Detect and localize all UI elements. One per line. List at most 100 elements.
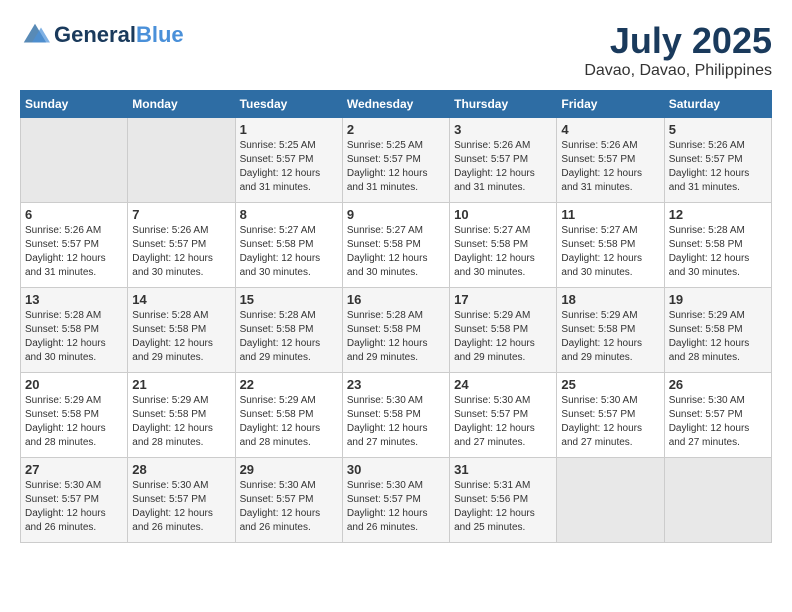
day-number: 30 [347, 462, 445, 477]
day-info: Sunrise: 5:25 AMSunset: 5:57 PMDaylight:… [347, 139, 445, 195]
table-cell: 6Sunrise: 5:26 AMSunset: 5:57 PMDaylight… [21, 203, 128, 288]
day-number: 2 [347, 122, 445, 137]
day-info: Sunrise: 5:27 AMSunset: 5:58 PMDaylight:… [561, 224, 659, 280]
day-number: 20 [25, 377, 123, 392]
col-wednesday: Wednesday [342, 91, 449, 118]
table-cell: 22Sunrise: 5:29 AMSunset: 5:58 PMDayligh… [235, 373, 342, 458]
table-cell: 2 Sunrise: 5:25 AMSunset: 5:57 PMDaylight… [342, 118, 449, 203]
week-row-1: 1 Sunrise: 5:25 AMSunset: 5:57 PMDaylight… [21, 118, 772, 203]
day-number: 6 [25, 207, 123, 222]
table-cell: 28Sunrise: 5:30 AMSunset: 5:57 PMDayligh… [128, 458, 235, 543]
day-info: Sunrise: 5:27 AMSunset: 5:58 PMDaylight:… [240, 224, 338, 280]
table-cell: 10Sunrise: 5:27 AMSunset: 5:58 PMDayligh… [450, 203, 557, 288]
day-info: Sunrise: 5:26 AMSunset: 5:57 PMDaylight:… [454, 139, 552, 195]
day-number: 9 [347, 207, 445, 222]
table-cell: 11 Sunrise: 5:27 AMSunset: 5:58 PMDayligh… [557, 203, 664, 288]
day-info: Sunrise: 5:29 AMSunset: 5:58 PMDaylight:… [132, 394, 230, 450]
day-info: Sunrise: 5:25 AMSunset: 5:57 PMDaylight:… [240, 139, 338, 195]
day-info: Sunrise: 5:29 AMSunset: 5:58 PMDaylight:… [454, 309, 552, 365]
week-row-5: 27 Sunrise: 5:30 AMSunset: 5:57 PMDayligh… [21, 458, 772, 543]
table-cell: 14 Sunrise: 5:28 AMSunset: 5:58 PMDayligh… [128, 288, 235, 373]
day-info: Sunrise: 5:28 AMSunset: 5:58 PMDaylight:… [132, 309, 230, 365]
day-number: 23 [347, 377, 445, 392]
day-info: Sunrise: 5:27 AMSunset: 5:58 PMDaylight:… [347, 224, 445, 280]
table-cell: 24 Sunrise: 5:30 AMSunset: 5:57 PMDayligh… [450, 373, 557, 458]
day-info: Sunrise: 5:26 AMSunset: 5:57 PMDaylight:… [132, 224, 230, 280]
day-info: Sunrise: 5:28 AMSunset: 5:58 PMDaylight:… [347, 309, 445, 365]
day-info: Sunrise: 5:30 AMSunset: 5:57 PMDaylight:… [669, 394, 767, 450]
day-number: 31 [454, 462, 552, 477]
day-number: 14 [132, 292, 230, 307]
day-number: 8 [240, 207, 338, 222]
week-row-3: 13 Sunrise: 5:28 AMSunset: 5:58 PMDayligh… [21, 288, 772, 373]
month-year-title: July 2025 [584, 20, 772, 62]
table-cell: 16 Sunrise: 5:28 AMSunset: 5:58 PMDayligh… [342, 288, 449, 373]
day-number: 21 [132, 377, 230, 392]
table-cell: 18 Sunrise: 5:29 AMSunset: 5:58 PMDayligh… [557, 288, 664, 373]
day-info: Sunrise: 5:30 AMSunset: 5:58 PMDaylight:… [347, 394, 445, 450]
table-cell: 19 Sunrise: 5:29 AMSunset: 5:58 PMDayligh… [664, 288, 771, 373]
table-cell [557, 458, 664, 543]
day-number: 11 [561, 207, 659, 222]
table-cell: 4 Sunrise: 5:26 AMSunset: 5:57 PMDaylight… [557, 118, 664, 203]
calendar-header-row: Sunday Monday Tuesday Wednesday Thursday… [21, 91, 772, 118]
day-info: Sunrise: 5:29 AMSunset: 5:58 PMDaylight:… [669, 309, 767, 365]
table-cell: 13 Sunrise: 5:28 AMSunset: 5:58 PMDayligh… [21, 288, 128, 373]
table-cell: 12Sunrise: 5:28 AMSunset: 5:58 PMDayligh… [664, 203, 771, 288]
day-number: 16 [347, 292, 445, 307]
col-sunday: Sunday [21, 91, 128, 118]
day-info: Sunrise: 5:30 AMSunset: 5:57 PMDaylight:… [561, 394, 659, 450]
table-cell: 29Sunrise: 5:30 AMSunset: 5:57 PMDayligh… [235, 458, 342, 543]
day-info: Sunrise: 5:29 AMSunset: 5:58 PMDaylight:… [561, 309, 659, 365]
location-subtitle: Davao, Davao, Philippines [584, 62, 772, 80]
day-info: Sunrise: 5:26 AMSunset: 5:57 PMDaylight:… [669, 139, 767, 195]
day-number: 15 [240, 292, 338, 307]
day-number: 1 [240, 122, 338, 137]
day-number: 17 [454, 292, 552, 307]
table-cell: 31Sunrise: 5:31 AMSunset: 5:56 PMDayligh… [450, 458, 557, 543]
table-cell: 15 Sunrise: 5:28 AMSunset: 5:58 PMDayligh… [235, 288, 342, 373]
day-info: Sunrise: 5:30 AMSunset: 5:57 PMDaylight:… [25, 479, 123, 535]
day-number: 18 [561, 292, 659, 307]
day-info: Sunrise: 5:30 AMSunset: 5:57 PMDaylight:… [347, 479, 445, 535]
day-number: 19 [669, 292, 767, 307]
table-cell: 8 Sunrise: 5:27 AMSunset: 5:58 PMDaylight… [235, 203, 342, 288]
col-monday: Monday [128, 91, 235, 118]
table-cell: 7 Sunrise: 5:26 AMSunset: 5:57 PMDaylight… [128, 203, 235, 288]
day-info: Sunrise: 5:28 AMSunset: 5:58 PMDaylight:… [25, 309, 123, 365]
day-number: 5 [669, 122, 767, 137]
col-saturday: Saturday [664, 91, 771, 118]
day-number: 26 [669, 377, 767, 392]
logo-text: GeneralBlue [54, 23, 184, 47]
day-info: Sunrise: 5:27 AMSunset: 5:58 PMDaylight:… [454, 224, 552, 280]
day-number: 7 [132, 207, 230, 222]
day-number: 27 [25, 462, 123, 477]
day-number: 24 [454, 377, 552, 392]
table-cell: 3 Sunrise: 5:26 AMSunset: 5:57 PMDaylight… [450, 118, 557, 203]
calendar-table: Sunday Monday Tuesday Wednesday Thursday… [20, 90, 772, 543]
table-cell: 26 Sunrise: 5:30 AMSunset: 5:57 PMDayligh… [664, 373, 771, 458]
day-info: Sunrise: 5:30 AMSunset: 5:57 PMDaylight:… [454, 394, 552, 450]
table-cell: 20 Sunrise: 5:29 AMSunset: 5:58 PMDayligh… [21, 373, 128, 458]
col-thursday: Thursday [450, 91, 557, 118]
week-row-2: 6 Sunrise: 5:26 AMSunset: 5:57 PMDaylight… [21, 203, 772, 288]
table-cell: 23 Sunrise: 5:30 AMSunset: 5:58 PMDayligh… [342, 373, 449, 458]
day-info: Sunrise: 5:30 AMSunset: 5:57 PMDaylight:… [240, 479, 338, 535]
day-number: 28 [132, 462, 230, 477]
day-info: Sunrise: 5:29 AMSunset: 5:58 PMDaylight:… [25, 394, 123, 450]
day-info: Sunrise: 5:28 AMSunset: 5:58 PMDaylight:… [240, 309, 338, 365]
table-cell [128, 118, 235, 203]
logo-icon [20, 20, 50, 50]
day-number: 13 [25, 292, 123, 307]
table-cell: 5 Sunrise: 5:26 AMSunset: 5:57 PMDaylight… [664, 118, 771, 203]
table-cell [21, 118, 128, 203]
day-number: 22 [240, 377, 338, 392]
day-info: Sunrise: 5:26 AMSunset: 5:57 PMDaylight:… [561, 139, 659, 195]
day-number: 4 [561, 122, 659, 137]
table-cell: 30 Sunrise: 5:30 AMSunset: 5:57 PMDayligh… [342, 458, 449, 543]
day-number: 3 [454, 122, 552, 137]
week-row-4: 20 Sunrise: 5:29 AMSunset: 5:58 PMDayligh… [21, 373, 772, 458]
title-section: July 2025 Davao, Davao, Philippines [584, 20, 772, 80]
day-number: 25 [561, 377, 659, 392]
table-cell: 21 Sunrise: 5:29 AMSunset: 5:58 PMDayligh… [128, 373, 235, 458]
